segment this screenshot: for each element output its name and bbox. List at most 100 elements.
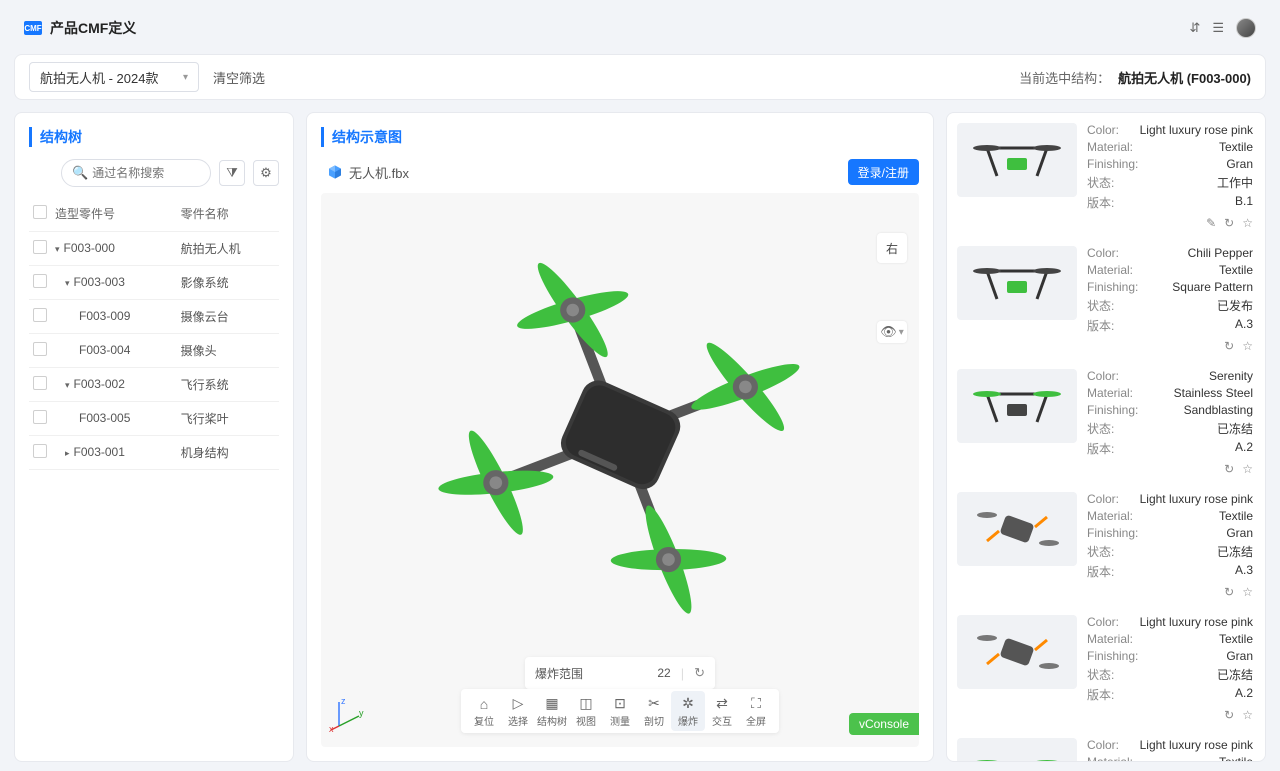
- value-color: Serenity: [1209, 369, 1253, 383]
- product-select-label: 航拍无人机 - 2024款: [40, 68, 158, 87]
- value-version: B.1: [1235, 194, 1253, 211]
- history-icon[interactable]: ↻: [1224, 708, 1234, 722]
- history-icon[interactable]: ↻: [1224, 462, 1234, 476]
- login-button[interactable]: 登录/注册: [848, 159, 919, 185]
- checkbox[interactable]: [33, 240, 47, 254]
- value-finishing: Gran: [1226, 526, 1253, 540]
- history-icon[interactable]: ↻: [1224, 216, 1234, 230]
- tree-row[interactable]: ▸F003-001 机身结构: [29, 435, 279, 469]
- star-icon[interactable]: ☆: [1242, 462, 1253, 476]
- variant-thumb: [957, 492, 1077, 566]
- tool-选择[interactable]: ▷选择: [501, 691, 535, 731]
- filter-button[interactable]: ⧩: [219, 160, 245, 186]
- variant-item[interactable]: Color:Light luxury rose pink Material:Te…: [957, 492, 1253, 599]
- history-icon[interactable]: ↻: [1224, 585, 1234, 599]
- clear-filter-button[interactable]: 清空筛选: [213, 68, 265, 87]
- orientation-widget[interactable]: 右: [877, 233, 907, 263]
- value-version: A.2: [1235, 440, 1253, 457]
- vconsole-badge[interactable]: vConsole: [849, 713, 919, 735]
- variant-thumb: [957, 246, 1077, 320]
- axis-widget: z y x: [329, 696, 365, 735]
- variant-item[interactable]: Color:Light luxury rose pink Material:Te…: [957, 123, 1253, 230]
- part-code: F003-004: [79, 343, 130, 357]
- checkbox[interactable]: [33, 274, 47, 288]
- value-status: 已发布: [1217, 297, 1253, 314]
- value-color: Chili Pepper: [1188, 246, 1253, 260]
- value-finishing: Sandblasting: [1184, 403, 1253, 417]
- product-select[interactable]: 航拍无人机 - 2024款 ▾: [29, 62, 199, 92]
- note-icon[interactable]: ☰: [1212, 20, 1224, 36]
- checkbox-all[interactable]: [33, 205, 47, 219]
- viewer-toolbar: ⌂复位▷选择▦结构树◫视图⊡测量✂剖切✲爆炸⇄交互⛶全屏: [461, 689, 779, 733]
- tool-交互[interactable]: ⇄交互: [705, 691, 739, 731]
- star-icon[interactable]: ☆: [1242, 216, 1253, 230]
- star-icon[interactable]: ☆: [1242, 585, 1253, 599]
- label-version: 版本:: [1087, 194, 1114, 211]
- tree-row[interactable]: F003-004 摄像头: [29, 333, 279, 367]
- visibility-widget[interactable]: 👁▾: [877, 321, 907, 343]
- value-version: A.2: [1235, 686, 1253, 703]
- value-material: Stainless Steel: [1174, 386, 1253, 400]
- search-icon: 🔍: [72, 165, 88, 181]
- tool-label: 视图: [576, 713, 596, 728]
- part-name: 机身结构: [177, 435, 279, 469]
- label-version: 版本:: [1087, 563, 1114, 580]
- settings-button[interactable]: ⚙: [253, 160, 279, 186]
- checkbox[interactable]: [33, 444, 47, 458]
- variant-item[interactable]: Color:Chili Pepper Material:Textile Fini…: [957, 246, 1253, 353]
- caret-icon[interactable]: ▾: [65, 278, 70, 289]
- label-color: Color:: [1087, 369, 1119, 383]
- edit-icon[interactable]: ✎: [1206, 216, 1216, 230]
- checkbox[interactable]: [33, 308, 47, 322]
- tool-全屏[interactable]: ⛶全屏: [739, 691, 773, 731]
- part-code: F003-005: [79, 411, 130, 425]
- part-code: F003-002: [74, 377, 125, 391]
- logo-badge: CMF: [24, 21, 42, 35]
- caret-icon[interactable]: ▾: [65, 380, 70, 391]
- tool-测量[interactable]: ⊡测量: [603, 691, 637, 731]
- tree-row[interactable]: ▾F003-003 影像系统: [29, 265, 279, 299]
- checkbox[interactable]: [33, 342, 47, 356]
- refresh-icon[interactable]: ↻: [694, 665, 705, 681]
- tool-视图[interactable]: ◫视图: [569, 691, 603, 731]
- avatar[interactable]: [1236, 18, 1256, 38]
- variant-item[interactable]: Color:Light luxury rose pink Material:Te…: [957, 738, 1253, 762]
- label-status: 状态:: [1087, 420, 1114, 437]
- checkbox[interactable]: [33, 376, 47, 390]
- tool-icon: ⌂: [480, 695, 488, 713]
- tool-icon: ✂: [648, 695, 660, 713]
- search-input-wrap[interactable]: 🔍: [61, 159, 211, 187]
- star-icon[interactable]: ☆: [1242, 339, 1253, 353]
- caret-icon[interactable]: ▸: [65, 448, 70, 459]
- tree-title: 结构树: [29, 127, 279, 147]
- variant-thumb: [957, 123, 1077, 197]
- tree-row[interactable]: ▾F003-000 航拍无人机: [29, 231, 279, 265]
- variant-list: Color:Light luxury rose pink Material:Te…: [946, 112, 1266, 762]
- tool-剖切[interactable]: ✂剖切: [637, 691, 671, 731]
- label-color: Color:: [1087, 615, 1119, 629]
- file-name: 无人机.fbx: [349, 163, 409, 182]
- tree-row[interactable]: F003-009 摄像云台: [29, 299, 279, 333]
- label-finishing: Finishing:: [1087, 403, 1138, 417]
- tool-复位[interactable]: ⌂复位: [467, 691, 501, 731]
- value-finishing: Square Pattern: [1172, 280, 1253, 294]
- tool-爆炸[interactable]: ✲爆炸: [671, 691, 705, 731]
- explode-label: 爆炸范围: [535, 665, 583, 682]
- checkbox[interactable]: [33, 410, 47, 424]
- 3d-viewer[interactable]: 右 👁▾ z y x 爆炸范围 22 | ↻: [321, 193, 919, 747]
- variant-item[interactable]: Color:Light luxury rose pink Material:Te…: [957, 615, 1253, 722]
- users-icon[interactable]: ⇵: [1189, 20, 1200, 36]
- chevron-down-icon: ▾: [183, 72, 188, 83]
- label-material: Material:: [1087, 263, 1133, 277]
- explode-slider[interactable]: 爆炸范围 22 | ↻: [525, 657, 715, 689]
- value-color: Light luxury rose pink: [1140, 492, 1253, 506]
- tree-row[interactable]: ▾F003-002 飞行系统: [29, 367, 279, 401]
- history-icon[interactable]: ↻: [1224, 339, 1234, 353]
- part-name: 摄像云台: [177, 299, 279, 333]
- star-icon[interactable]: ☆: [1242, 708, 1253, 722]
- caret-icon[interactable]: ▾: [55, 244, 60, 255]
- variant-item[interactable]: Color:Serenity Material:Stainless Steel …: [957, 369, 1253, 476]
- tree-row[interactable]: F003-005 飞行桨叶: [29, 401, 279, 435]
- part-name: 航拍无人机: [177, 231, 279, 265]
- tool-结构树[interactable]: ▦结构树: [535, 691, 569, 731]
